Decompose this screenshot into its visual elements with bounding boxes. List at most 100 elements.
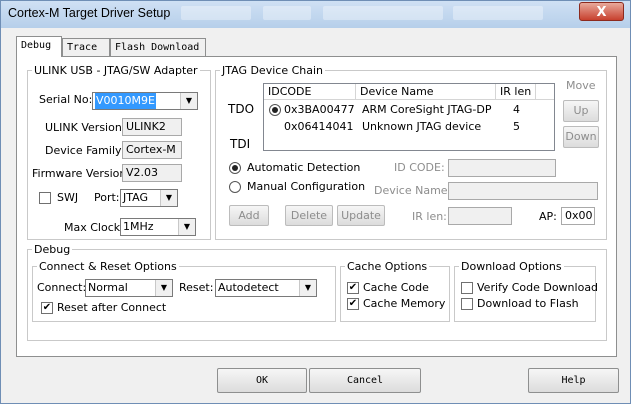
device-family-field: Cortex-M bbox=[122, 141, 182, 159]
cache-code-checkbox[interactable]: ✔ bbox=[347, 282, 359, 294]
id-code-field[interactable] bbox=[448, 159, 556, 177]
firmware-version-label: Firmware Version: bbox=[32, 167, 131, 180]
automatic-detection-radio[interactable] bbox=[229, 162, 241, 174]
close-icon: X bbox=[596, 5, 607, 20]
checkmark-icon: ✔ bbox=[348, 282, 358, 293]
tab-flash-download[interactable]: Flash Download bbox=[110, 38, 206, 56]
tdo-label: TDO bbox=[228, 102, 255, 116]
ok-button[interactable]: OK bbox=[217, 368, 307, 393]
column-header-filler bbox=[536, 84, 554, 100]
chevron-down-icon[interactable]: ▼ bbox=[180, 93, 197, 109]
tab-trace[interactable]: Trace bbox=[62, 38, 110, 56]
debug-group-title: Debug bbox=[34, 243, 71, 256]
background-window-ghost bbox=[323, 6, 443, 20]
reset-value: Autodetect bbox=[218, 281, 279, 294]
background-window-ghost bbox=[263, 6, 311, 20]
jtag-chain-group: JTAG Device Chain TDO TDI IDCODE Device … bbox=[215, 64, 607, 240]
reset-select[interactable]: Autodetect ▼ bbox=[215, 279, 317, 297]
tdi-label: TDI bbox=[230, 137, 251, 151]
manual-configuration-radio[interactable] bbox=[229, 181, 241, 193]
column-header-idcode[interactable]: IDCODE bbox=[264, 84, 356, 100]
connect-select[interactable]: Normal ▼ bbox=[85, 279, 173, 297]
selected-device-radio-icon[interactable] bbox=[269, 104, 281, 116]
device-name-label: Device Name: bbox=[374, 184, 452, 197]
row-1-ir-len[interactable]: 4 bbox=[513, 103, 520, 116]
radio-dot-icon bbox=[232, 165, 238, 171]
row-2-device-name[interactable]: Unknown JTAG device bbox=[362, 120, 481, 133]
ap-field[interactable]: 0x00 bbox=[561, 207, 595, 225]
connect-reset-group: Connect & Reset Options Connect: Normal … bbox=[32, 260, 336, 322]
ulink-version-label: ULINK Version: bbox=[45, 121, 126, 134]
dialog-window: Cortex-M Target Driver Setup X Debug Tra… bbox=[0, 0, 631, 404]
dialog-client-area: Debug Trace Flash Download ULINK USB - J… bbox=[7, 29, 625, 399]
row-2-ir-len[interactable]: 5 bbox=[513, 120, 520, 133]
radio-dot-icon bbox=[272, 107, 278, 113]
debug-tab-panel: ULINK USB - JTAG/SW Adapter Serial No: V… bbox=[16, 56, 617, 357]
verify-code-download-label: Verify Code Download bbox=[477, 281, 599, 294]
cache-code-label: Cache Code bbox=[363, 281, 429, 294]
ir-len-label: IR len: bbox=[412, 210, 447, 223]
tab-trace-label: Trace bbox=[67, 42, 98, 53]
reset-after-connect-label: Reset after Connect bbox=[57, 301, 167, 314]
delete-button[interactable]: Delete bbox=[285, 205, 333, 226]
reset-label: Reset: bbox=[179, 281, 214, 294]
verify-code-download-checkbox[interactable] bbox=[461, 282, 473, 294]
jtag-group-title: JTAG Device Chain bbox=[222, 64, 323, 77]
tab-debug-label: Debug bbox=[21, 40, 52, 51]
jtag-device-list[interactable]: IDCODE Device Name IR len 0x3BA00477 ARM… bbox=[263, 83, 555, 151]
chevron-down-icon[interactable]: ▼ bbox=[160, 190, 177, 206]
chevron-down-icon[interactable]: ▼ bbox=[155, 280, 172, 296]
move-up-button[interactable]: Up bbox=[563, 100, 599, 122]
help-button[interactable]: Help bbox=[528, 368, 619, 393]
port-value: JTAG bbox=[123, 191, 148, 204]
cache-options-group: Cache Options ✔ Cache Code ✔ Cache Memor… bbox=[340, 260, 450, 322]
max-clock-select[interactable]: 1MHz ▼ bbox=[120, 218, 196, 236]
cache-memory-checkbox[interactable]: ✔ bbox=[347, 298, 359, 310]
ir-len-field[interactable] bbox=[448, 207, 512, 225]
serial-label: Serial No: bbox=[39, 93, 93, 106]
row-1-device-name[interactable]: ARM CoreSight JTAG-DP bbox=[362, 103, 491, 116]
connect-reset-group-title: Connect & Reset Options bbox=[39, 260, 177, 273]
debug-group: Debug Connect & Reset Options Connect: N… bbox=[27, 243, 607, 341]
tab-debug[interactable]: Debug bbox=[16, 36, 62, 57]
cancel-button[interactable]: Cancel bbox=[309, 368, 421, 393]
ap-label: AP: bbox=[539, 210, 557, 223]
manual-configuration-label: Manual Configuration bbox=[247, 180, 366, 193]
port-label: Port: bbox=[94, 191, 120, 204]
swj-label: SWJ bbox=[57, 191, 79, 204]
add-button[interactable]: Add bbox=[229, 205, 269, 226]
max-clock-label: Max Clock: bbox=[64, 221, 124, 234]
tab-flash-download-label: Flash Download bbox=[115, 42, 200, 53]
swj-checkbox[interactable] bbox=[39, 192, 51, 204]
serial-select[interactable]: V0010M9E ▼ bbox=[92, 92, 198, 110]
update-button[interactable]: Update bbox=[337, 205, 385, 226]
connect-label: Connect: bbox=[37, 281, 87, 294]
close-button[interactable]: X bbox=[579, 2, 624, 21]
background-window-ghost bbox=[181, 6, 251, 20]
ulink-adapter-group: ULINK USB - JTAG/SW Adapter Serial No: V… bbox=[27, 64, 211, 240]
background-window-ghost bbox=[453, 6, 543, 20]
automatic-detection-label: Automatic Detection bbox=[247, 161, 361, 174]
ulink-version-field: ULINK2 bbox=[122, 118, 182, 136]
column-header-ir-len[interactable]: IR len bbox=[496, 84, 536, 100]
row-1-idcode[interactable]: 0x3BA00477 bbox=[284, 103, 355, 116]
chevron-down-icon[interactable]: ▼ bbox=[178, 219, 195, 235]
cache-memory-label: Cache Memory bbox=[363, 297, 446, 310]
device-name-field[interactable] bbox=[448, 182, 598, 200]
reset-after-connect-checkbox[interactable]: ✔ bbox=[41, 302, 53, 314]
download-to-flash-label: Download to Flash bbox=[477, 297, 579, 310]
port-select[interactable]: JTAG ▼ bbox=[120, 189, 178, 207]
title-bar[interactable]: Cortex-M Target Driver Setup X bbox=[1, 1, 630, 28]
chevron-down-icon[interactable]: ▼ bbox=[299, 280, 316, 296]
firmware-version-field: V2.03 bbox=[122, 164, 182, 182]
move-label: Move bbox=[566, 79, 596, 92]
connect-value: Normal bbox=[88, 281, 128, 294]
download-to-flash-checkbox[interactable] bbox=[461, 298, 473, 310]
column-header-device-name[interactable]: Device Name bbox=[356, 84, 496, 100]
checkmark-icon: ✔ bbox=[42, 302, 52, 313]
device-family-label: Device Family: bbox=[45, 144, 125, 157]
row-2-idcode[interactable]: 0x06414041 bbox=[284, 120, 354, 133]
download-options-group-title: Download Options bbox=[461, 260, 562, 273]
move-down-button[interactable]: Down bbox=[563, 126, 599, 148]
id-code-label: ID CODE: bbox=[394, 161, 445, 174]
